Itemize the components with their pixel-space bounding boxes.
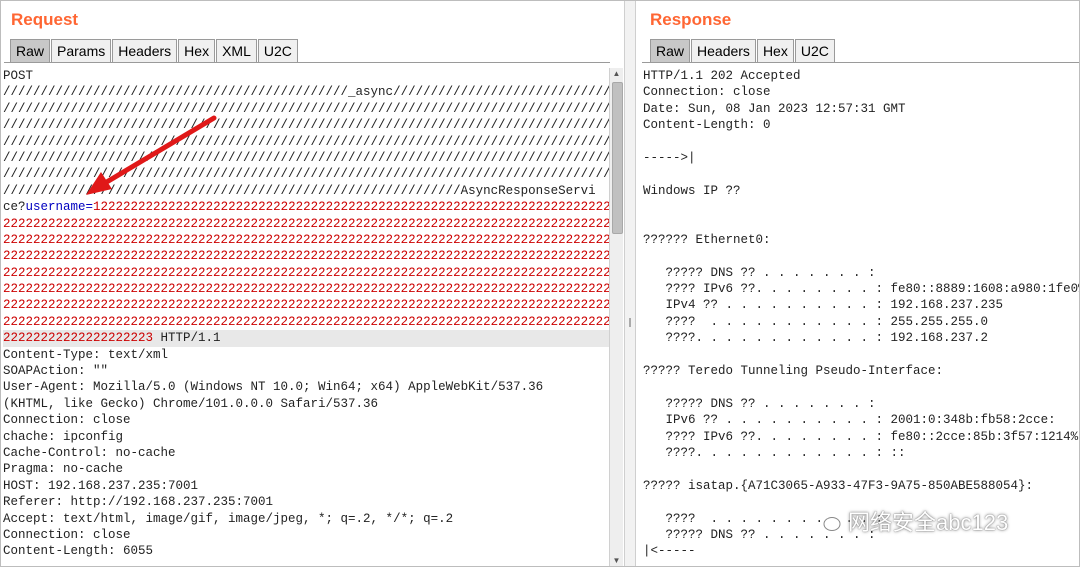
tab-divider <box>642 62 1080 63</box>
response-line <box>643 461 1080 477</box>
response-line: ???? . . . . . . . . . . . : 255.255.255… <box>643 314 989 329</box>
response-line <box>643 248 1080 264</box>
response-line: ????? DNS ?? . . . . . . . : <box>643 396 876 411</box>
response-line: ????? DNS ?? . . . . . . . : <box>643 265 876 280</box>
response-line: ?????? Ethernet0: <box>643 232 771 247</box>
response-line: |<----- <box>643 544 696 559</box>
response-line: ???? IPv6 ??. . . . . . . . : fe80::2cce… <box>643 429 1080 444</box>
watermark: 网络安全abc123 <box>812 505 1008 537</box>
response-line <box>643 134 1080 150</box>
response-line: Date: Sun, 08 Jan 2023 12:57:31 GMT <box>643 101 906 116</box>
response-tabs: Raw Headers Hex U2C <box>650 39 836 62</box>
tab-headers[interactable]: Headers <box>691 39 756 62</box>
response-line <box>643 347 1080 363</box>
response-line: ????? isatap.{A71C3065-A933-47F3-9A75-85… <box>643 478 1034 493</box>
annotation-arrow-icon <box>86 115 217 195</box>
response-line <box>643 216 1080 232</box>
tab-u2c[interactable]: U2C <box>794 39 835 62</box>
response-line: HTTP/1.1 202 Accepted <box>643 69 801 83</box>
wechat-icon <box>813 510 841 531</box>
request-pane: Request Raw Params Headers Hex XML U2C P… <box>0 0 624 567</box>
response-pane: Response Raw Headers Hex U2C HTTP/1.1 20… <box>636 0 1080 567</box>
response-line: Content-Length: 0 <box>643 118 771 133</box>
watermark-text: 网络安全abc123 <box>848 510 1009 535</box>
response-line: Windows IP ?? <box>643 183 741 198</box>
response-line: IPv6 ?? . . . . . . . . . . : 2001:0:348… <box>643 413 1056 428</box>
response-line: ----->| <box>643 150 696 165</box>
divider-grip[interactable] <box>629 318 631 327</box>
response-line <box>643 166 1080 182</box>
response-line: Connection: close <box>643 85 771 100</box>
response-line: ????. . . . . . . . . . . . : :: <box>643 445 906 460</box>
response-line <box>643 199 1080 215</box>
response-line: ????? Teredo Tunneling Pseudo-Interface: <box>643 364 944 379</box>
response-line: ???? IPv6 ??. . . . . . . . : fe80::8889… <box>643 282 1080 297</box>
response-editor[interactable]: HTTP/1.1 202 Accepted Connection: close Da… <box>643 68 1080 567</box>
response-title: Response <box>650 10 732 29</box>
response-line: IPv4 ?? . . . . . . . . . . : 192.168.23… <box>643 298 1004 313</box>
tab-raw[interactable]: Raw <box>650 39 691 62</box>
response-line: ????. . . . . . . . . . . . : 192.168.23… <box>643 331 989 346</box>
tab-hex[interactable]: Hex <box>756 39 794 62</box>
response-line <box>643 379 1080 395</box>
split-divider[interactable] <box>624 0 636 567</box>
